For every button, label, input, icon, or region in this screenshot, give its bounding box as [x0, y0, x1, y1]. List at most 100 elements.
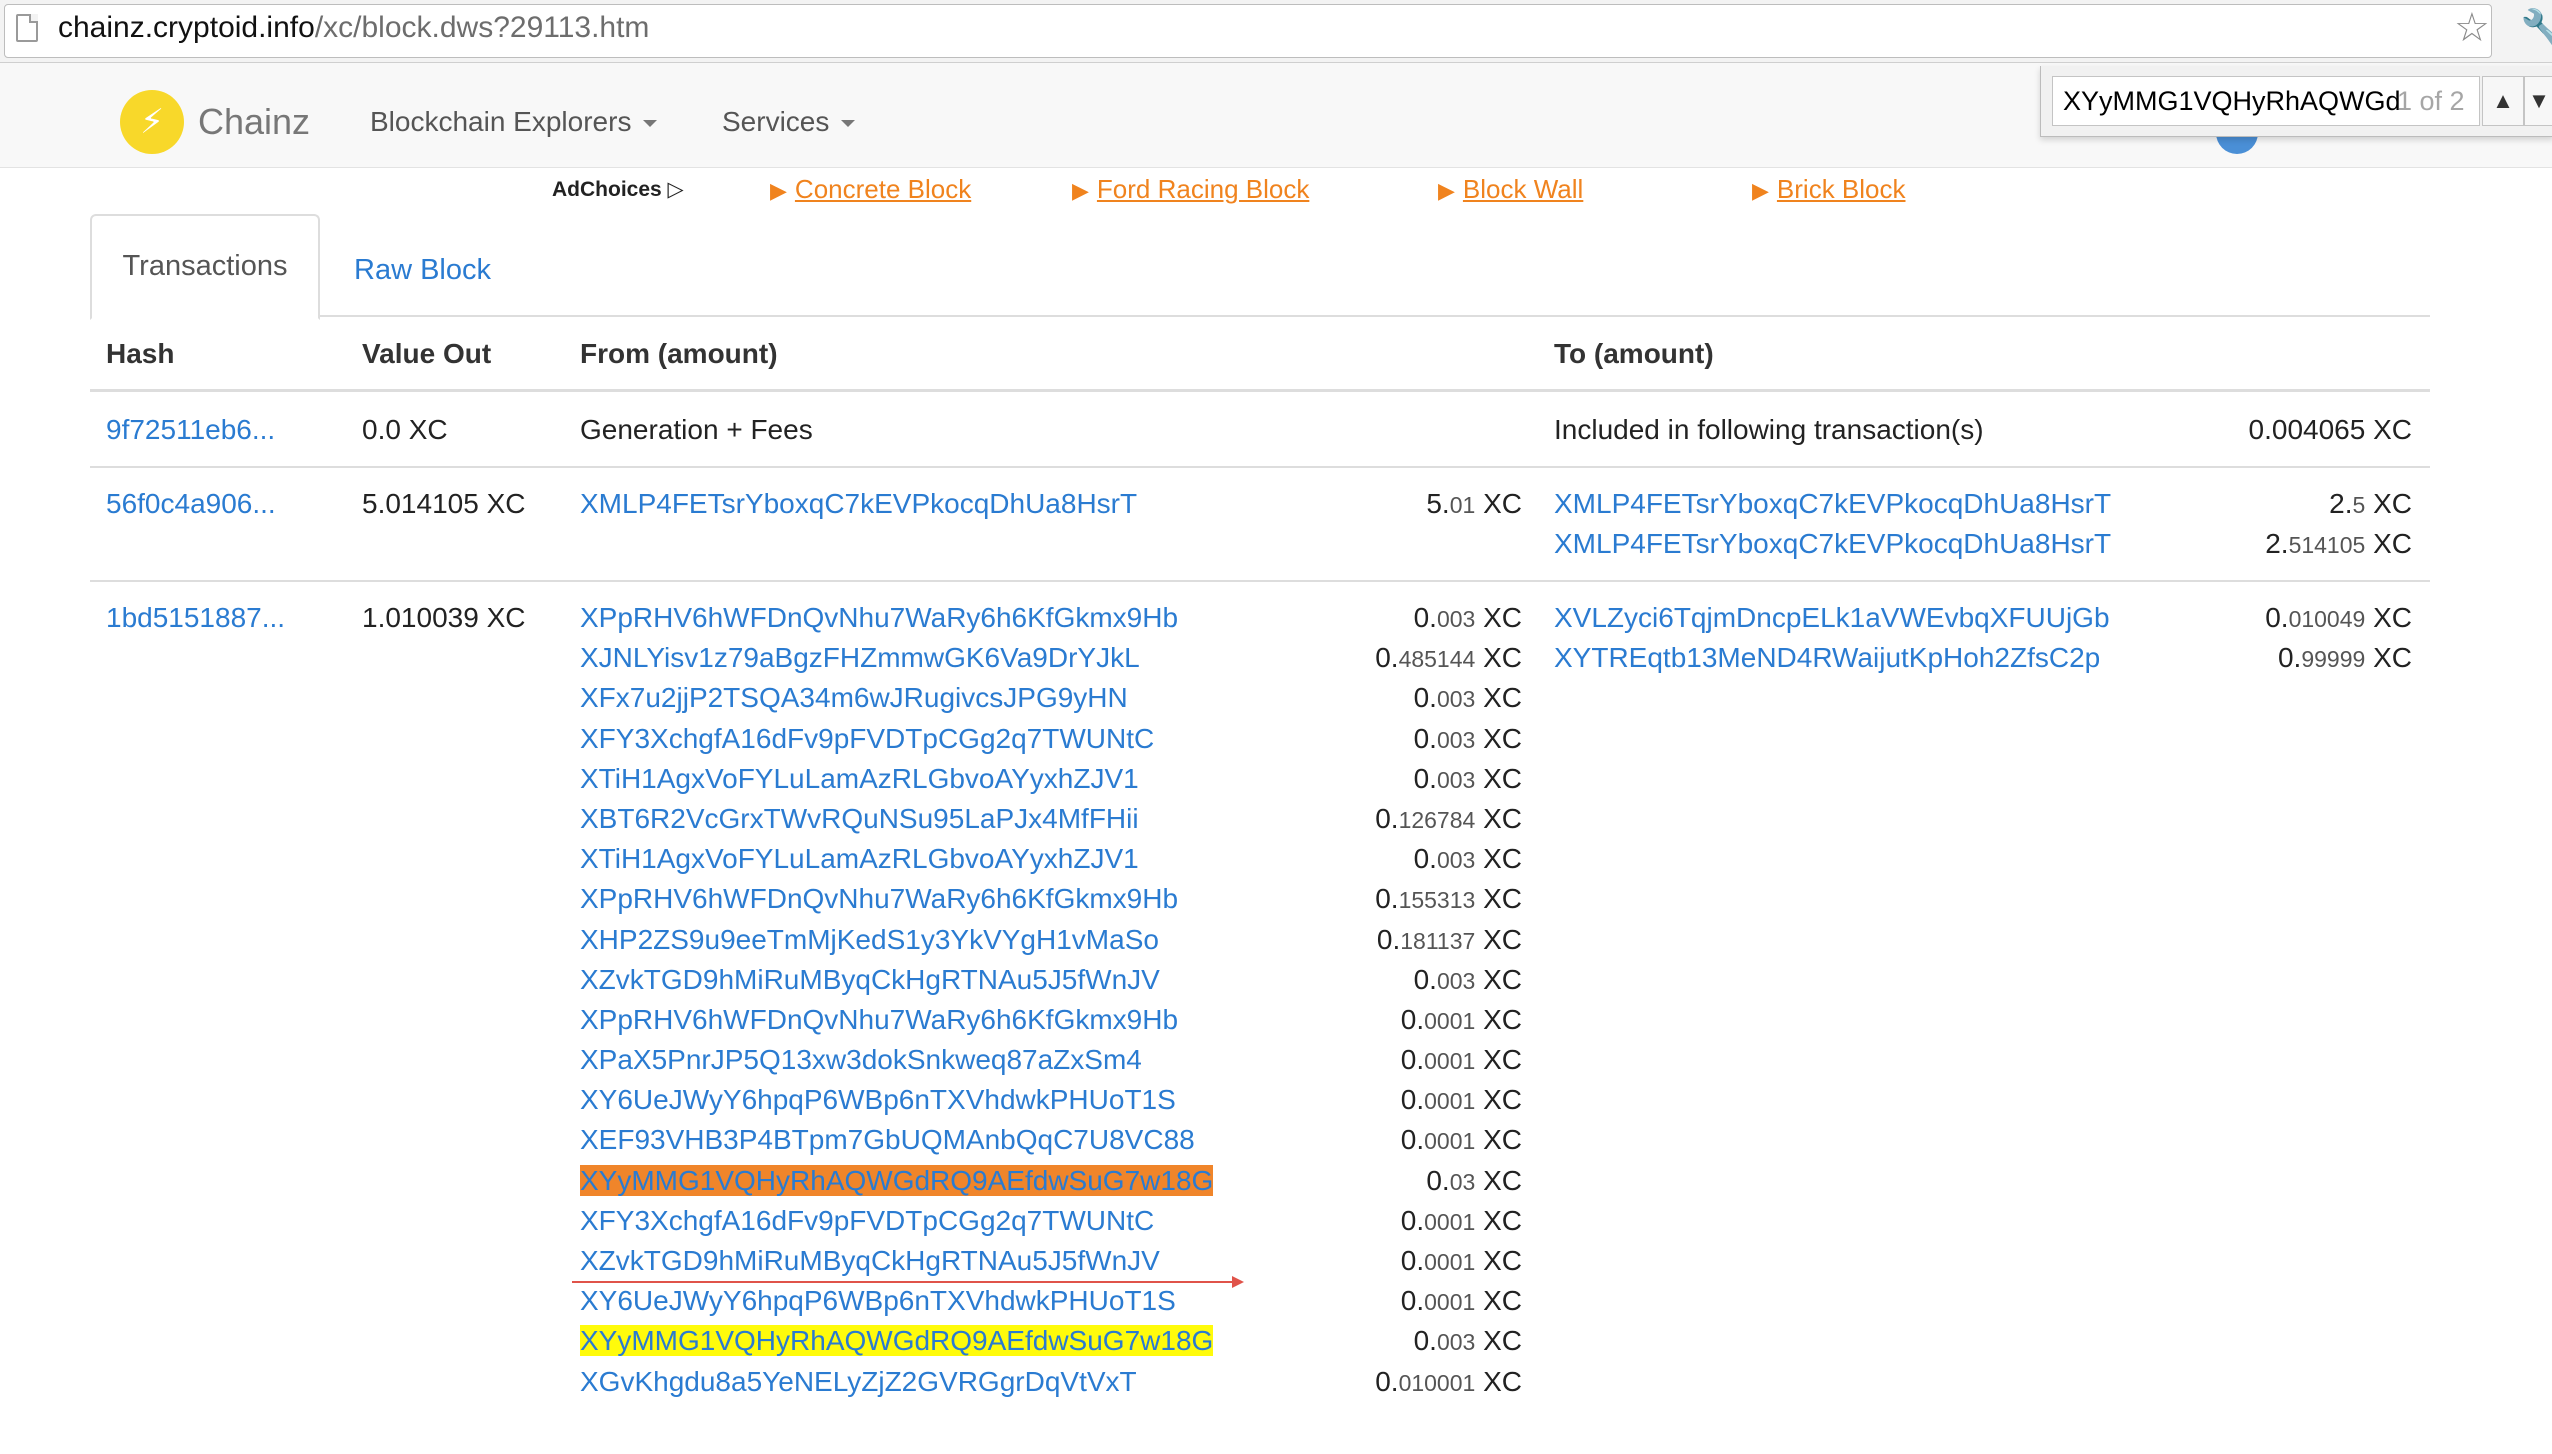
amount: 0.0001 XC: [1400, 1084, 1522, 1116]
nav-blockchain-explorers[interactable]: Blockchain Explorers: [370, 104, 658, 140]
row-divider: [90, 466, 2430, 468]
ad-link[interactable]: ▶ Block Wall: [1438, 172, 1583, 208]
amount: 0.003 XC: [1413, 762, 1522, 794]
tx-outputs: XMLP4FETsrYboxqC7kEVPkocqDhUa8HsrT XMLP4F…: [1554, 484, 2111, 564]
tx-from-generation: Generation + Fees: [580, 414, 813, 445]
page-icon: [16, 14, 38, 42]
tx-output-amounts: 2.5 XC 2.514105 XC: [2200, 484, 2412, 564]
address-link[interactable]: XHP2ZS9u9eeTmMjKedS1y3YkVYgH1vMaSo: [580, 920, 1213, 960]
tx-output-amounts: 0.010049 XC 0.99999 XC: [2200, 598, 2412, 678]
amount: 0.0001 XC: [1400, 1285, 1522, 1317]
amount: 0.0001 XC: [1400, 1124, 1522, 1156]
tab-divider: [90, 315, 2430, 317]
find-match-count: 1 of 2: [2397, 86, 2465, 116]
address-link[interactable]: XPpRHV6hWFDnQvNhu7WaRy6h6KfGkmx9Hb: [580, 879, 1213, 919]
tx-input-amounts: 5.01 XC: [1300, 484, 1522, 524]
ad-link-label: Concrete Block: [794, 174, 972, 204]
amount: 0.99999 XC: [2277, 642, 2412, 674]
address-link[interactable]: XYTREqtb13MeND4RWaijutKpHoh2ZfsC2p: [1554, 638, 2110, 678]
address-link[interactable]: XTiH1AgxVoFYLuLamAzRLGbvoAYyxhZJV1: [580, 759, 1213, 799]
amount: 5.01 XC: [1426, 488, 1522, 519]
ad-link-label: Block Wall: [1462, 174, 1584, 204]
annotation-arrow-line: [572, 1281, 1236, 1283]
header-value-out: Value Out: [362, 338, 492, 369]
address-link[interactable]: XZvkTGD9hMiRuMByqCkHgRTNAu5J5fWnJV: [580, 1241, 1213, 1281]
address-link[interactable]: XFY3XchgfA16dFv9pFVDTpCGg2q7TWUNtC: [580, 719, 1213, 759]
amount: 0.010001 XC: [1375, 1365, 1522, 1397]
tx-hash-link[interactable]: 9f72511eb6...: [106, 410, 275, 450]
address-link[interactable]: XTiH1AgxVoFYLuLamAzRLGbvoAYyxhZJV1: [580, 839, 1213, 879]
address-link[interactable]: XY6UeJWyY6hpqP6WBp6nTXVhdwkPHUoT1S: [580, 1080, 1213, 1120]
tx-to-amount: 0.004065 XC: [2248, 414, 2412, 445]
play-triangle-icon: ▶: [1752, 178, 1769, 203]
wrench-icon[interactable]: 🔧: [2520, 4, 2552, 56]
tab-transactions[interactable]: Transactions: [90, 214, 320, 320]
amount: 0.003 XC: [1413, 722, 1522, 754]
ad-link[interactable]: ▶ Ford Racing Block: [1072, 172, 1309, 208]
amount: 2.5 XC: [2329, 488, 2412, 519]
address-link[interactable]: XYyMMG1VQHyRhAQWGdRQ9AEfdwSuG7w18G: [580, 1321, 1214, 1361]
address-link[interactable]: XPpRHV6hWFDnQvNhu7WaRy6h6KfGkmx9Hb: [580, 1000, 1213, 1040]
find-input[interactable]: XYyMMG1VQHyRhAQWGd 1 of 2: [2052, 76, 2480, 126]
amount: 0.181137 XC: [1376, 923, 1522, 955]
tx-value-out: 5.014105 XC: [362, 488, 526, 519]
header-to: To (amount): [1554, 338, 1714, 369]
address-link[interactable]: XFY3XchgfA16dFv9pFVDTpCGg2q7TWUNtC: [580, 1201, 1213, 1241]
find-next-button[interactable]: ▼: [2524, 76, 2552, 126]
adchoices-label[interactable]: AdChoices ▷: [552, 176, 684, 204]
ad-link[interactable]: ▶ Brick Block: [1752, 172, 1906, 208]
nav-explorers-label: Blockchain Explorers: [370, 106, 632, 137]
url-path: /xc/block.dws?29113.htm: [314, 11, 650, 44]
annotation-arrow-head-icon: [1232, 1276, 1244, 1288]
url-host: chainz.cryptoid.info: [58, 11, 315, 44]
address-link[interactable]: XMLP4FETsrYboxqC7kEVPkocqDhUa8HsrT: [580, 484, 1137, 524]
address-link[interactable]: XPpRHV6hWFDnQvNhu7WaRy6h6KfGkmx9Hb: [580, 598, 1213, 638]
nav-services[interactable]: Services: [722, 104, 856, 140]
tx-outputs: XVLZyci6TqjmDncpELk1aVWEvbqXFUUjGb XYTREq…: [1554, 598, 2110, 678]
address-link[interactable]: XVLZyci6TqjmDncpELk1aVWEvbqXFUUjGb: [1554, 598, 2110, 638]
amount: 0.003 XC: [1413, 602, 1522, 633]
amount: 0.0001 XC: [1400, 1204, 1522, 1236]
bookmark-star-icon[interactable]: ☆: [2454, 6, 2490, 50]
amount: 0.155313 XC: [1375, 883, 1522, 915]
caret-down-icon: [643, 120, 658, 128]
header-divider: [90, 389, 2430, 392]
amount: 0.003 XC: [1413, 843, 1522, 875]
amount: 0.126784 XC: [1375, 802, 1522, 834]
url-text[interactable]: chainz.cryptoid.info/xc/block.dws?29113.…: [58, 10, 649, 46]
address-link[interactable]: XZvkTGD9hMiRuMByqCkHgRTNAu5J5fWnJV: [580, 960, 1213, 1000]
address-link[interactable]: XMLP4FETsrYboxqC7kEVPkocqDhUa8HsrT: [1554, 524, 2111, 564]
find-query: XYyMMG1VQHyRhAQWGd: [2063, 86, 2401, 116]
address-link[interactable]: XMLP4FETsrYboxqC7kEVPkocqDhUa8HsrT: [1554, 484, 2111, 524]
amount: 0.03 XC: [1426, 1164, 1522, 1196]
address-link[interactable]: XYyMMG1VQHyRhAQWGdRQ9AEfdwSuG7w18G: [580, 1161, 1214, 1201]
ad-link[interactable]: ▶ Concrete Block: [770, 172, 971, 208]
tx-to-note: Included in following transaction(s): [1554, 414, 1984, 445]
find-previous-button[interactable]: ▲: [2482, 76, 2524, 126]
tx-hash-link[interactable]: 1bd5151887...: [106, 598, 285, 638]
play-triangle-icon: ▶: [1438, 178, 1455, 203]
address-link[interactable]: XEF93VHB3P4BTpm7GbUQMAnbQqC7U8VC88: [580, 1120, 1213, 1160]
ad-link-label: Brick Block: [1776, 174, 1906, 204]
address-link[interactable]: XY6UeJWyY6hpqP6WBp6nTXVhdwkPHUoT1S: [580, 1281, 1213, 1321]
nav-services-label: Services: [722, 106, 830, 137]
amount: 0.003 XC: [1413, 1325, 1522, 1357]
amount: 0.003 XC: [1413, 963, 1522, 995]
address-link[interactable]: XPaX5PnrJP5Q13xw3dokSnkweq87aZxSm4: [580, 1040, 1213, 1080]
amount: 0.485144 XC: [1375, 642, 1522, 674]
tx-hash-link[interactable]: 56f0c4a906...: [106, 484, 276, 524]
address-link[interactable]: XBT6R2VcGrxTWvRQuNSu95LaPJx4MfFHii: [580, 799, 1213, 839]
address-link[interactable]: XGvKhgdu8a5YeNELyZjZ2GVRGgrDqVtVxT: [580, 1362, 1213, 1402]
amount: 2.514105 XC: [2265, 528, 2412, 560]
address-link[interactable]: XJNLYisv1z79aBgzFHZmmwGK6Va9DrYJkL: [580, 638, 1213, 678]
amount: 0.0001 XC: [1400, 1245, 1522, 1276]
header-hash: Hash: [106, 338, 175, 369]
chainz-logo-icon[interactable]: ⚡: [120, 90, 184, 154]
brand-name[interactable]: Chainz: [198, 100, 310, 144]
play-triangle-icon: ▶: [770, 178, 787, 203]
address-link[interactable]: XFx7u2jjP2TSQA34m6wJRugivcsJPG9yHN: [580, 678, 1213, 718]
ad-link-label: Ford Racing Block: [1096, 174, 1310, 204]
tab-raw-block[interactable]: Raw Block: [354, 252, 491, 288]
header-from: From (amount): [580, 338, 778, 369]
row-divider: [90, 580, 2430, 582]
